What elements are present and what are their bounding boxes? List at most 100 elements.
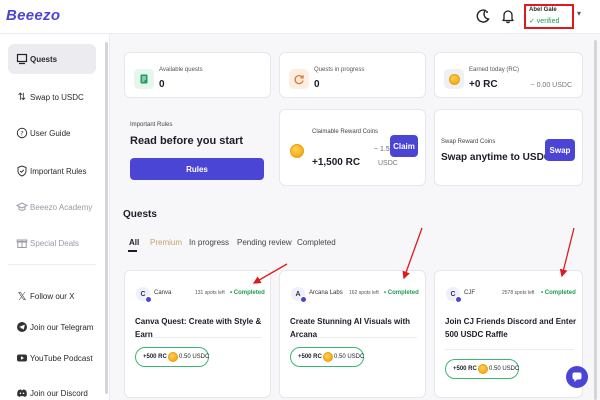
claim-value: +1,500 RC <box>312 157 361 168</box>
sidebar-item-label: Join our Discord <box>30 388 88 398</box>
theme-toggle-icon[interactable] <box>475 8 491 24</box>
coin-icon <box>168 352 178 362</box>
tab-premium[interactable]: Premium <box>150 238 182 247</box>
quest-brand-logo: C <box>446 287 462 303</box>
swap-button[interactable]: Swap <box>545 139 575 161</box>
svg-text:?: ? <box>20 129 23 137</box>
notifications-bell-icon[interactable] <box>500 8 516 24</box>
stat-label: Quests in progress <box>314 67 365 73</box>
sidebar-scrollbar[interactable] <box>105 42 108 394</box>
stat-card-quests-in-progress: Quests in progress 0 <box>279 52 426 98</box>
sidebar-item-label: Important Rules <box>30 166 87 176</box>
gift-icon <box>16 239 28 248</box>
rules-card: Important Rules Read before you start Ru… <box>124 111 271 188</box>
sidebar-divider <box>8 264 96 265</box>
main-scrollbar[interactable] <box>594 40 597 400</box>
stat-card-available-quests: Available quests 0 <box>124 52 271 98</box>
status-badge: • Completed <box>384 290 419 296</box>
swap-arrows-icon: ⇅ <box>17 91 27 103</box>
sidebar-item-user-guide[interactable]: ? User Guide <box>8 118 96 148</box>
tab-in-progress[interactable]: In progress <box>189 238 229 247</box>
quest-card[interactable]: C CJF 2578 spots left • Completed Join C… <box>434 270 583 398</box>
quest-brand-logo: C <box>136 287 152 303</box>
chevron-down-icon[interactable]: ▾ <box>577 9 581 18</box>
claim-caption: Claimable Reward Coins <box>312 129 379 135</box>
graduation-cap-icon <box>16 202 28 211</box>
sidebar-item-label: Swap to USDC <box>30 92 84 102</box>
support-chat-button[interactable] <box>566 366 588 388</box>
swap-caption: Swap Reward Coins <box>441 139 496 145</box>
sidebar-item-follow-x[interactable]: 𝕏 Follow our X <box>8 281 96 311</box>
top-bar: Beeezo Abel Gale ✓ verified ▾ <box>0 0 600 34</box>
quest-spots-left: 162 spots left <box>349 290 379 296</box>
coin-icon <box>448 73 460 85</box>
sidebar-item-discord[interactable]: Join our Discord <box>8 378 96 400</box>
sidebar-item-label: YouTube Podcast <box>30 353 93 363</box>
user-menu[interactable]: Abel Gale ✓ verified <box>524 4 574 29</box>
quests-heading: Quests <box>123 209 157 220</box>
sidebar-item-important-rules[interactable]: Important Rules <box>8 156 96 186</box>
sidebar-item-label: User Guide <box>30 128 71 138</box>
swap-card: Swap Reward Coins Swap anytime to USDC S… <box>434 109 583 186</box>
quest-title: Join CJ Friends Discord and Enter 500 US… <box>445 317 577 339</box>
stat-label: Available quests <box>159 67 203 73</box>
reward-usdc: 0.50 USDC <box>334 354 365 360</box>
claim-usdc-unit: USDC <box>378 160 398 167</box>
sidebar-item-label: Beeezo Academy <box>30 202 93 212</box>
sidebar-item-swap[interactable]: ⇅ Swap to USDC <box>8 82 96 112</box>
question-icon: ? <box>16 127 28 139</box>
sidebar-item-special-deals[interactable]: Special Deals <box>8 228 96 258</box>
sidebar: Quests ⇅ Swap to USDC ? User Guide Impor… <box>0 34 110 400</box>
sidebar-item-youtube[interactable]: YouTube Podcast <box>8 343 96 373</box>
shield-icon <box>17 165 27 177</box>
reward-rc: +500 RC <box>298 354 322 360</box>
quest-divider <box>445 349 574 350</box>
reward-rc: +500 RC <box>143 354 167 360</box>
tab-pending-review[interactable]: Pending review <box>237 238 292 247</box>
app-logo[interactable]: Beeezo <box>6 7 60 24</box>
sidebar-item-label: Quests <box>30 54 58 64</box>
quest-brand-name: Canva <box>154 290 172 296</box>
quest-card[interactable]: C Canva 131 spots left • Completed Canva… <box>124 270 271 398</box>
swap-heading: Swap anytime to USDC <box>441 152 552 163</box>
reward-rc: +500 RC <box>453 366 477 372</box>
rules-button[interactable]: Rules <box>130 158 264 180</box>
sidebar-item-quests[interactable]: Quests <box>8 44 96 74</box>
quest-brand-name: CJF <box>464 290 475 296</box>
rules-heading: Read before you start <box>130 135 244 147</box>
user-name: Abel Gale <box>529 7 557 13</box>
sidebar-item-label: Join our Telegram <box>30 322 94 332</box>
reward-pill: +500 RC 0.50 USDC <box>135 347 209 367</box>
main-content: Available quests 0 Quests in progress 0 … <box>112 34 600 400</box>
tab-completed[interactable]: Completed <box>297 238 336 247</box>
tab-all[interactable]: All <box>129 238 139 247</box>
stat-value: 0 <box>314 79 320 90</box>
chat-bubble-icon <box>572 372 582 382</box>
quest-spots-left: 2578 spots left <box>502 290 535 296</box>
claim-card: Claimable Reward Coins ~ 1.50 +1,500 RC … <box>279 109 426 186</box>
youtube-icon <box>17 354 27 362</box>
quest-brand-name: Arcana Labs <box>309 290 343 296</box>
quest-spots-left: 131 spots left <box>195 290 225 296</box>
stat-usdc-value: ~ 0.00 USDC <box>530 82 572 89</box>
quest-card[interactable]: A Arcana Labs 162 spots left • Completed… <box>279 270 426 398</box>
reward-usdc: 0.50 USDC <box>179 354 210 360</box>
sidebar-item-label: Special Deals <box>30 238 79 248</box>
reward-usdc: 0.50 USDC <box>489 366 520 372</box>
quest-divider <box>135 337 262 338</box>
claim-button[interactable]: Claim <box>390 135 418 157</box>
quest-divider <box>290 337 417 338</box>
document-icon <box>134 69 154 89</box>
sidebar-item-telegram[interactable]: Join our Telegram <box>8 312 96 342</box>
stat-value: 0 <box>159 79 165 90</box>
coin-icon <box>323 352 333 362</box>
status-badge: • Completed <box>230 290 265 296</box>
coin-icon <box>478 364 488 374</box>
rules-caption: Important Rules <box>130 122 173 128</box>
reward-pill: +500 RC 0.50 USDC <box>290 347 364 367</box>
sidebar-item-academy[interactable]: Beeezo Academy <box>8 192 96 222</box>
reward-pill: +500 RC 0.50 USDC <box>445 359 519 379</box>
discord-icon <box>17 389 27 397</box>
quest-brand-logo: A <box>291 287 307 303</box>
verified-badge: ✓ verified <box>529 18 560 25</box>
